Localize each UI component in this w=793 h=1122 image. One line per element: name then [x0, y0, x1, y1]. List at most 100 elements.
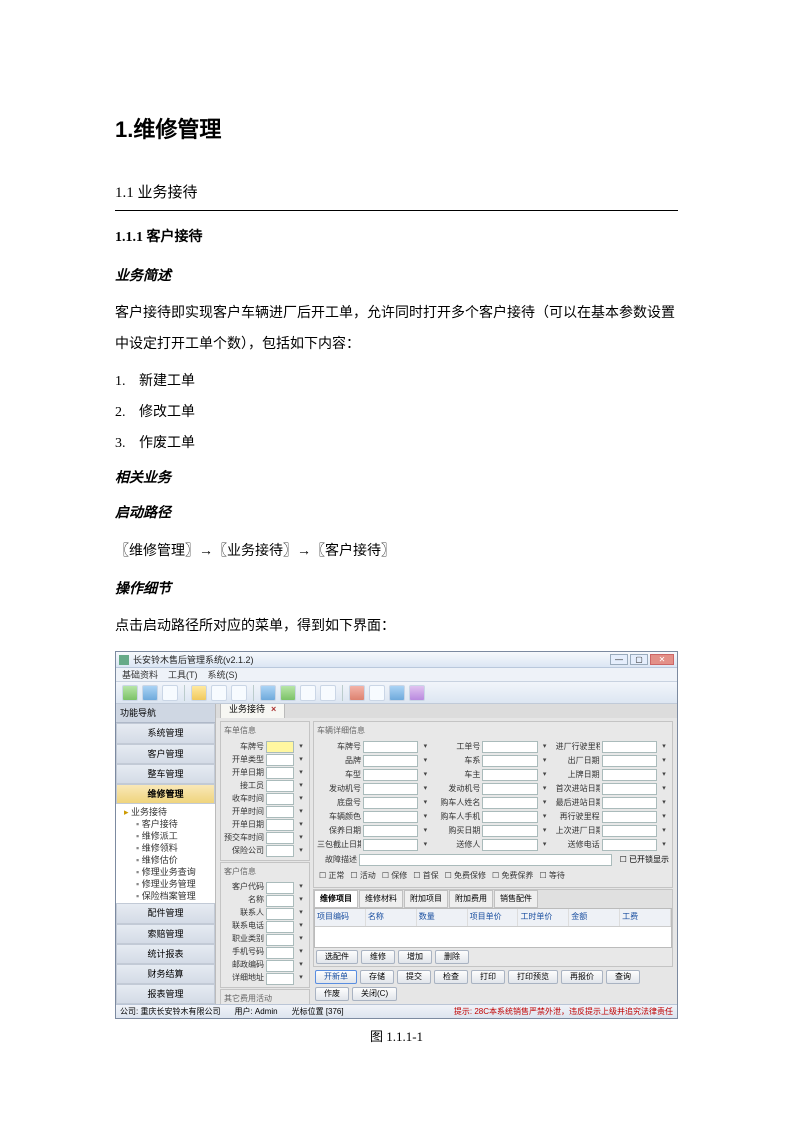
dropdown-icon[interactable]: ▾: [296, 741, 306, 754]
text-input[interactable]: [482, 839, 537, 851]
toolbar-icon[interactable]: [122, 685, 138, 701]
text-input[interactable]: [266, 921, 294, 933]
action-button[interactable]: 开新单: [315, 970, 357, 984]
nav-group[interactable]: 统计报表: [116, 944, 215, 964]
dropdown-icon[interactable]: ▾: [296, 881, 306, 894]
text-input[interactable]: [602, 839, 657, 851]
action-button[interactable]: 作废: [315, 987, 349, 1001]
close-button[interactable]: ✕: [650, 654, 674, 665]
status-checkbox[interactable]: 免费保修: [445, 869, 486, 883]
dropdown-icon[interactable]: ▾: [659, 839, 669, 852]
text-input[interactable]: [482, 769, 537, 781]
nav-group[interactable]: 系统管理: [116, 723, 215, 743]
dropdown-icon[interactable]: ▾: [659, 755, 669, 768]
toolbar-icon[interactable]: [369, 685, 385, 701]
text-input[interactable]: [266, 882, 294, 894]
text-input[interactable]: [482, 811, 537, 823]
dropdown-icon[interactable]: ▾: [420, 797, 430, 810]
grid-action-button[interactable]: 删除: [435, 950, 469, 964]
nav-group[interactable]: 财务结算: [116, 964, 215, 984]
text-input[interactable]: [266, 895, 294, 907]
dropdown-icon[interactable]: ▾: [540, 811, 550, 824]
toolbar-icon[interactable]: [191, 685, 207, 701]
menu-item[interactable]: 基础资料: [122, 667, 158, 683]
toolbar-icon[interactable]: [260, 685, 276, 701]
grid-column-header[interactable]: 金额: [569, 909, 620, 925]
text-input[interactable]: [266, 754, 294, 766]
grid-column-header[interactable]: 数量: [417, 909, 468, 925]
tree-leaf[interactable]: 保险档案管理: [118, 890, 213, 902]
text-input[interactable]: [482, 783, 537, 795]
nav-group[interactable]: 索赔管理: [116, 924, 215, 944]
fault-desc-input[interactable]: [359, 854, 612, 866]
text-input[interactable]: [266, 947, 294, 959]
text-input[interactable]: [602, 769, 657, 781]
dropdown-icon[interactable]: ▾: [296, 894, 306, 907]
grid-column-header[interactable]: 项目单价: [468, 909, 519, 925]
dropdown-icon[interactable]: ▾: [540, 797, 550, 810]
grid-column-header[interactable]: 名称: [366, 909, 417, 925]
text-input[interactable]: [363, 769, 418, 781]
text-input[interactable]: [266, 780, 294, 792]
dropdown-icon[interactable]: ▾: [296, 780, 306, 793]
status-checkbox[interactable]: 免费保养: [492, 869, 533, 883]
grid-action-button[interactable]: 选配件: [316, 950, 358, 964]
status-checkbox[interactable]: 首保: [413, 869, 438, 883]
minimize-button[interactable]: —: [610, 654, 628, 665]
toolbar-icon[interactable]: [211, 685, 227, 701]
status-checkbox[interactable]: 保修: [382, 869, 407, 883]
action-button[interactable]: 再报价: [561, 970, 603, 984]
text-input[interactable]: [602, 783, 657, 795]
text-input[interactable]: [363, 783, 418, 795]
dropdown-icon[interactable]: ▾: [296, 832, 306, 845]
toolbar-icon[interactable]: [142, 685, 158, 701]
dropdown-icon[interactable]: ▾: [540, 825, 550, 838]
text-input[interactable]: [363, 811, 418, 823]
toolbar-icon[interactable]: [280, 685, 296, 701]
dropdown-icon[interactable]: ▾: [540, 741, 550, 754]
menu-item[interactable]: 工具(T): [168, 667, 198, 683]
dropdown-icon[interactable]: ▾: [296, 920, 306, 933]
action-button[interactable]: 存储: [360, 970, 394, 984]
text-input[interactable]: [482, 797, 537, 809]
action-button[interactable]: 关闭(C): [352, 987, 397, 1001]
text-input[interactable]: [363, 741, 418, 753]
grid-column-header[interactable]: 项目编码: [315, 909, 366, 925]
nav-group-active[interactable]: 维修管理: [116, 784, 215, 804]
dropdown-icon[interactable]: ▾: [420, 825, 430, 838]
dropdown-icon[interactable]: ▾: [659, 825, 669, 838]
dropdown-icon[interactable]: ▾: [659, 811, 669, 824]
tab[interactable]: 业务接待×: [220, 704, 285, 718]
tree-node[interactable]: 业务接待: [118, 806, 213, 818]
dropdown-icon[interactable]: ▾: [659, 797, 669, 810]
dropdown-icon[interactable]: ▾: [420, 783, 430, 796]
text-input[interactable]: [363, 825, 418, 837]
text-input[interactable]: [602, 811, 657, 823]
dropdown-icon[interactable]: ▾: [659, 769, 669, 782]
toolbar-icon[interactable]: [409, 685, 425, 701]
lock-display-checkbox[interactable]: 已开锁显示: [620, 853, 669, 867]
dropdown-icon[interactable]: ▾: [540, 769, 550, 782]
tree-leaf[interactable]: 维修派工: [118, 830, 213, 842]
toolbar-icon[interactable]: [231, 685, 247, 701]
text-input[interactable]: [266, 934, 294, 946]
text-input[interactable]: [266, 845, 294, 857]
text-input[interactable]: [266, 832, 294, 844]
dropdown-icon[interactable]: ▾: [296, 972, 306, 985]
text-input[interactable]: [266, 767, 294, 779]
toolbar-icon[interactable]: [300, 685, 316, 701]
text-input[interactable]: [482, 741, 537, 753]
dropdown-icon[interactable]: ▾: [296, 806, 306, 819]
dropdown-icon[interactable]: ▾: [296, 754, 306, 767]
dropdown-icon[interactable]: ▾: [659, 783, 669, 796]
dropdown-icon[interactable]: ▾: [540, 755, 550, 768]
dropdown-icon[interactable]: ▾: [296, 959, 306, 972]
text-input[interactable]: [602, 825, 657, 837]
menu-item[interactable]: 系统(S): [208, 667, 238, 683]
tab-close-icon[interactable]: ×: [271, 704, 276, 714]
status-checkbox[interactable]: 等待: [539, 869, 564, 883]
maximize-button[interactable]: ▢: [630, 654, 648, 665]
text-input[interactable]: [602, 741, 657, 753]
dropdown-icon[interactable]: ▾: [296, 819, 306, 832]
dropdown-icon[interactable]: ▾: [540, 783, 550, 796]
